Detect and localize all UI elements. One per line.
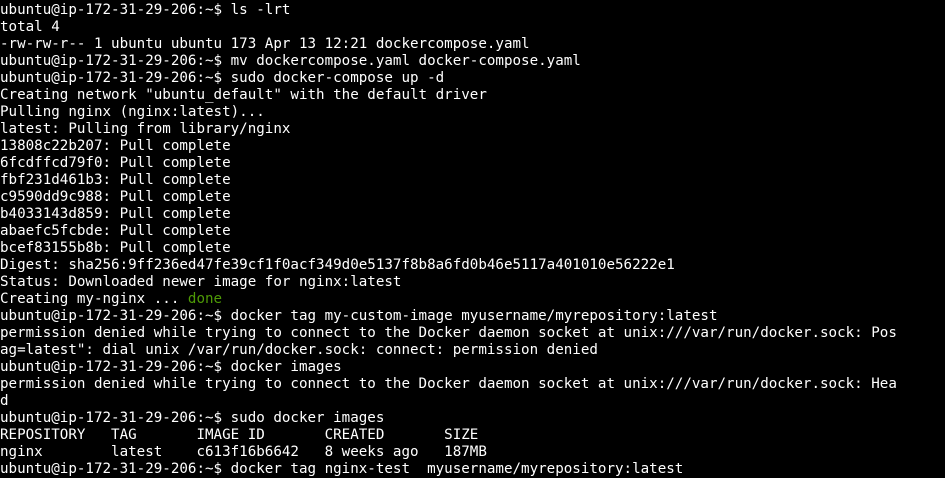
terminal-line: d [0, 393, 9, 409]
terminal-line: Creating network "ubuntu_default" with t… [0, 87, 487, 103]
terminal-line: total 4 [0, 19, 60, 35]
terminal-line: ubuntu@ip-172-31-29-206:~$ ls -lrt [0, 2, 291, 18]
terminal-line: Digest: sha256:9ff236ed47fe39cf1f0acf349… [0, 257, 675, 273]
terminal-line: permission denied while trying to connec… [0, 325, 897, 341]
terminal-line: b4033143d859: Pull complete [0, 206, 231, 222]
terminal-line: bcef83155b8b: Pull complete [0, 240, 231, 256]
terminal-line: nginx latest c613f16b6642 8 weeks ago 18… [0, 444, 487, 460]
terminal-line: Pulling nginx (nginx:latest)... [0, 104, 265, 120]
creating-text: Creating my-nginx ... [0, 291, 188, 307]
terminal-line: permission denied while trying to connec… [0, 376, 897, 392]
terminal-line-partial: ubuntu@ip-172-31-29-206:~$ docker tag ng… [0, 461, 684, 477]
terminal-window[interactable]: ubuntu@ip-172-31-29-206:~$ ls -lrt total… [0, 0, 945, 478]
terminal-line: ubuntu@ip-172-31-29-206:~$ docker tag my… [0, 308, 718, 324]
terminal-line: Status: Downloaded newer image for nginx… [0, 274, 402, 290]
terminal-line: ubuntu@ip-172-31-29-206:~$ sudo docker-c… [0, 70, 445, 86]
terminal-line: -rw-rw-r-- 1 ubuntu ubuntu 173 Apr 13 12… [0, 36, 530, 52]
terminal-line: ubuntu@ip-172-31-29-206:~$ docker images [0, 359, 342, 375]
terminal-line: ag=latest": dial unix /var/run/docker.so… [0, 342, 598, 358]
terminal-line: 13808c22b207: Pull complete [0, 138, 231, 154]
terminal-line: REPOSITORY TAG IMAGE ID CREATED SIZE [0, 427, 479, 443]
terminal-line: 6fcdffcd79f0: Pull complete [0, 155, 231, 171]
done-status: done [187, 291, 223, 307]
terminal-line: c9590dd9c988: Pull complete [0, 189, 231, 205]
terminal-line: ubuntu@ip-172-31-29-206:~$ mv dockercomp… [0, 53, 581, 69]
terminal-line: ubuntu@ip-172-31-29-206:~$ sudo docker i… [0, 410, 385, 426]
terminal-line: abaefc5fcbde: Pull complete [0, 223, 231, 239]
terminal-line: latest: Pulling from library/nginx [0, 121, 291, 137]
terminal-line: fbf231d461b3: Pull complete [0, 172, 231, 188]
terminal-line-creating: Creating my-nginx ... done [0, 291, 945, 308]
